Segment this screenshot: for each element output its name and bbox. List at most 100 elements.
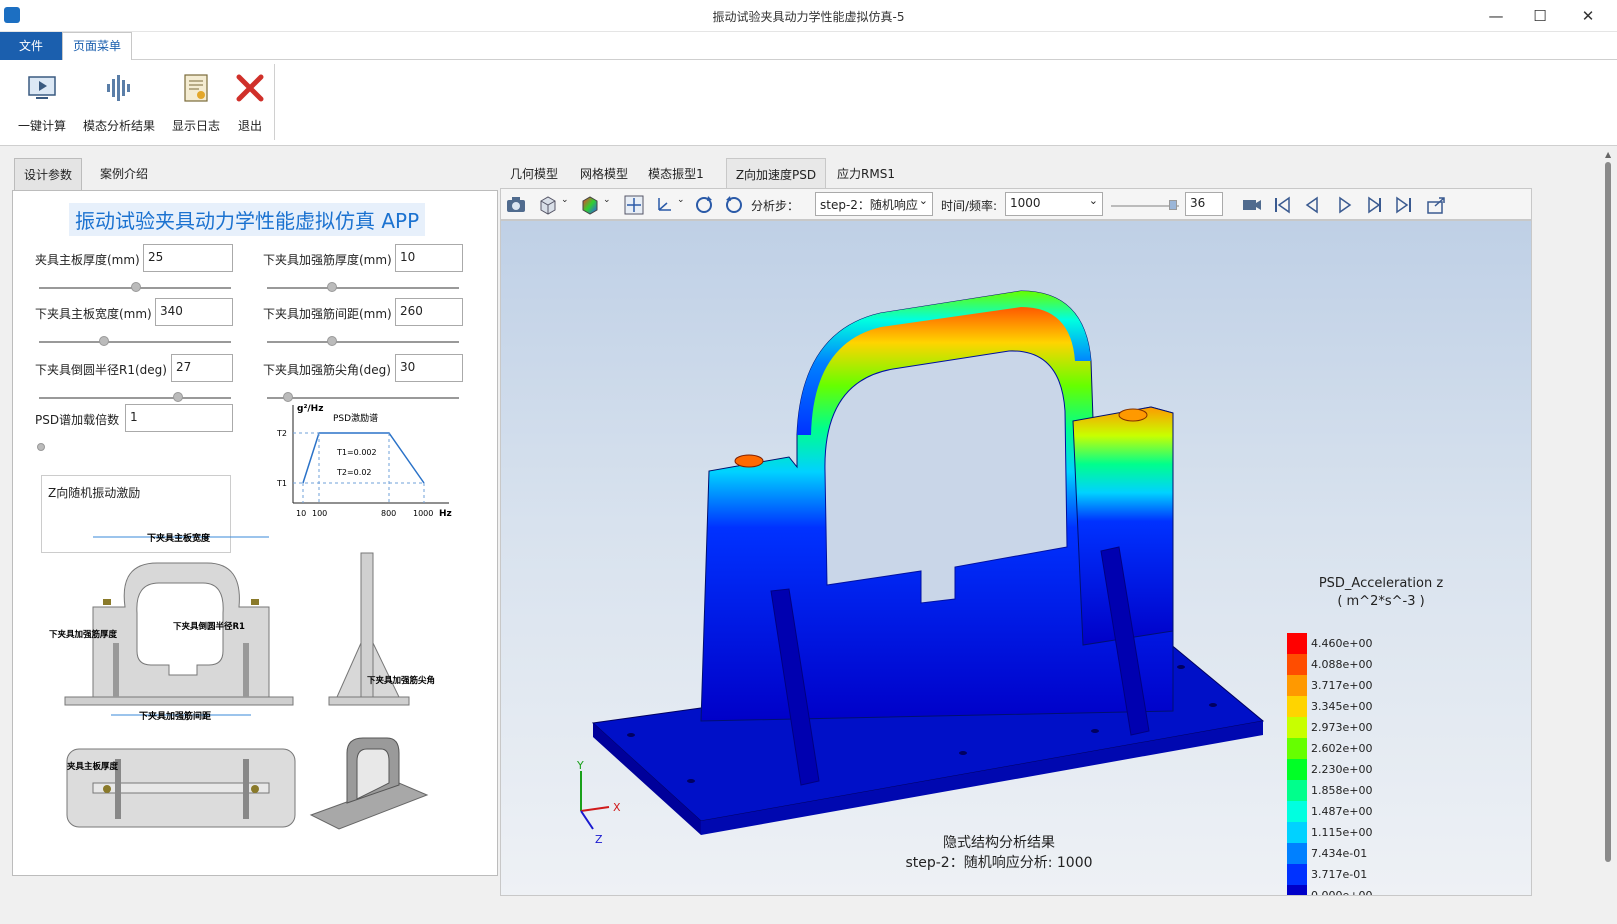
- next-frame-icon[interactable]: [1363, 194, 1385, 216]
- drawing-width-label: 下夹具主板宽度: [147, 533, 211, 544]
- close-button[interactable]: ✕: [1568, 4, 1608, 28]
- tab-geometry[interactable]: 几何模型: [500, 158, 568, 190]
- main-width-input[interactable]: 340: [155, 298, 233, 326]
- rib-angle-label: 下夹具加强筋尖角(deg): [263, 363, 391, 377]
- vertical-scrollbar[interactable]: ▲: [1602, 148, 1614, 890]
- rib-thickness-slider[interactable]: [267, 282, 459, 292]
- viewer-toolbar: ⌄ ⌄ ⌄ 分析步： step-2：随机响应 ⌄ 时间/频率: 1000 ⌄ 36: [500, 188, 1532, 220]
- rib-spacing-input[interactable]: 260: [395, 298, 463, 326]
- play-icon[interactable]: [1333, 194, 1355, 216]
- prev-frame-icon[interactable]: [1301, 194, 1323, 216]
- scrollbar-thumb[interactable]: [1605, 162, 1611, 862]
- psd-tick-10: 10: [296, 509, 306, 518]
- slider-thumb[interactable]: [99, 336, 109, 346]
- drawing-rib-thick-label: 下夹具加强筋厚度: [49, 629, 118, 640]
- compute-label: 一键计算: [17, 119, 66, 133]
- radio-toggle[interactable]: [37, 443, 45, 451]
- exit-button[interactable]: 退出: [230, 68, 270, 138]
- show-log-button[interactable]: 显示日志: [166, 68, 226, 138]
- legend-value: 3.717e-01: [1311, 868, 1368, 881]
- color-cube-icon[interactable]: [579, 194, 601, 216]
- ribbon-separator: [274, 64, 275, 140]
- psd-xunit: Hz: [439, 509, 452, 519]
- frame-slider[interactable]: [1111, 200, 1179, 210]
- legend-value: 3.717e+00: [1311, 679, 1373, 692]
- export-icon[interactable]: [1425, 194, 1447, 216]
- fillet-slider[interactable]: [39, 392, 231, 402]
- psd-mult-input[interactable]: 1: [125, 404, 233, 432]
- psd-tick-800: 800: [381, 509, 396, 518]
- axes-icon[interactable]: [653, 194, 675, 216]
- drawing-rib-angle-label: 下夹具加强筋尖角: [367, 675, 435, 686]
- tab-z-psd[interactable]: Z向加速度PSD: [726, 158, 826, 190]
- menu-page[interactable]: 页面菜单: [62, 32, 132, 60]
- main-thickness-slider[interactable]: [39, 282, 231, 292]
- slider-thumb[interactable]: [327, 282, 337, 292]
- axis-z-label: Z: [595, 833, 603, 846]
- main-thickness-label: 夹具主板厚度(mm): [35, 253, 140, 267]
- tab-mesh[interactable]: 网格模型: [570, 158, 638, 190]
- slider-thumb[interactable]: [131, 282, 141, 292]
- legend-swatch: [1287, 696, 1307, 717]
- rib-angle-input[interactable]: 30: [395, 354, 463, 382]
- record-icon[interactable]: [1241, 194, 1263, 216]
- psd-title: PSD激励谱: [333, 412, 378, 424]
- compute-button[interactable]: 一键计算: [12, 68, 72, 138]
- maximize-button[interactable]: ☐: [1520, 4, 1560, 28]
- slider-thumb[interactable]: [327, 336, 337, 346]
- legend-unit: ( m^2*s^-3 ): [1337, 594, 1424, 609]
- 3d-viewport[interactable]: Y X Z 隐式结构分析结果 step-2：随机响应分析: 1000 PSD_A…: [500, 220, 1532, 896]
- frame-spinbox[interactable]: 36: [1185, 192, 1223, 216]
- step-select[interactable]: step-2：随机响应 ⌄: [815, 192, 933, 216]
- rib-spacing-slider[interactable]: [267, 336, 459, 346]
- tab-stress-rms[interactable]: 应力RMS1: [828, 158, 904, 190]
- fillet-input[interactable]: 27: [171, 354, 233, 382]
- fillet-label: 下夹具倒圆半径R1(deg): [35, 363, 167, 377]
- legend-value: 1.858e+00: [1311, 784, 1373, 797]
- reset-view-icon[interactable]: [723, 194, 745, 216]
- camera-icon[interactable]: [505, 194, 527, 216]
- tab-design[interactable]: 设计参数: [14, 158, 82, 190]
- psd-t1: T1=0.002: [336, 448, 377, 457]
- modal-results-label: 模态分析结果: [82, 119, 155, 133]
- legend-value: 2.230e+00: [1311, 763, 1373, 776]
- legend-swatch: [1287, 738, 1307, 759]
- last-frame-icon[interactable]: [1393, 194, 1415, 216]
- slider-thumb[interactable]: [1169, 200, 1177, 210]
- slider-thumb[interactable]: [173, 392, 183, 402]
- iso-view-drawing: [309, 737, 429, 830]
- legend-value: 2.973e+00: [1311, 721, 1373, 734]
- fixture-model-render: Y X Z 隐式结构分析结果 step-2：随机响应分析: 1000 PSD_A…: [576, 290, 1443, 871]
- minimize-button[interactable]: —: [1476, 4, 1516, 28]
- chevron-down-icon[interactable]: ⌄: [603, 195, 611, 205]
- tab-case[interactable]: 案例介绍: [86, 158, 162, 190]
- legend-swatch: [1287, 675, 1307, 696]
- main-width-slider[interactable]: [39, 336, 231, 346]
- ribbon: 一键计算 模态分析结果 显示日志 退出: [0, 60, 1617, 146]
- axis-y-label: Y: [576, 759, 584, 772]
- chevron-down-icon[interactable]: ⌄: [1089, 194, 1098, 207]
- result-subtitle: step-2：随机响应分析: 1000: [905, 854, 1092, 871]
- top-view-drawing: 夹具主板厚度: [66, 748, 296, 828]
- legend-swatch: [1287, 717, 1307, 738]
- design-body: 振动试验夹具动力学性能虚拟仿真 APP 夹具主板厚度(mm) 25 下夹具加强筋…: [12, 190, 498, 876]
- tab-mode-shape[interactable]: 模态振型1: [640, 158, 712, 190]
- rotate-icon[interactable]: [693, 194, 715, 216]
- legend-swatch: [1287, 822, 1307, 843]
- results-panel: 几何模型 网格模型 模态振型1 Z向加速度PSD 应力RMS1 ⌄ ⌄ ⌄ 分析…: [500, 158, 1540, 896]
- first-frame-icon[interactable]: [1271, 194, 1293, 216]
- modal-results-button[interactable]: 模态分析结果: [78, 68, 160, 138]
- rib-thickness-input[interactable]: 10: [395, 244, 463, 272]
- chevron-down-icon[interactable]: ⌄: [561, 195, 569, 205]
- result-title: 隐式结构分析结果: [943, 835, 1055, 851]
- scroll-up-icon[interactable]: ▲: [1605, 150, 1611, 159]
- menu-file[interactable]: 文件: [0, 32, 62, 60]
- main-thickness-input[interactable]: 25: [143, 244, 233, 272]
- freq-select[interactable]: 1000 ⌄: [1005, 192, 1103, 216]
- chevron-down-icon[interactable]: ⌄: [919, 194, 928, 207]
- rib-thickness-label: 下夹具加强筋厚度(mm): [263, 253, 392, 267]
- legend-value: 3.345e+00: [1311, 700, 1373, 713]
- cube-view-icon[interactable]: [537, 194, 559, 216]
- chevron-down-icon[interactable]: ⌄: [677, 195, 685, 205]
- fit-view-icon[interactable]: [623, 194, 645, 216]
